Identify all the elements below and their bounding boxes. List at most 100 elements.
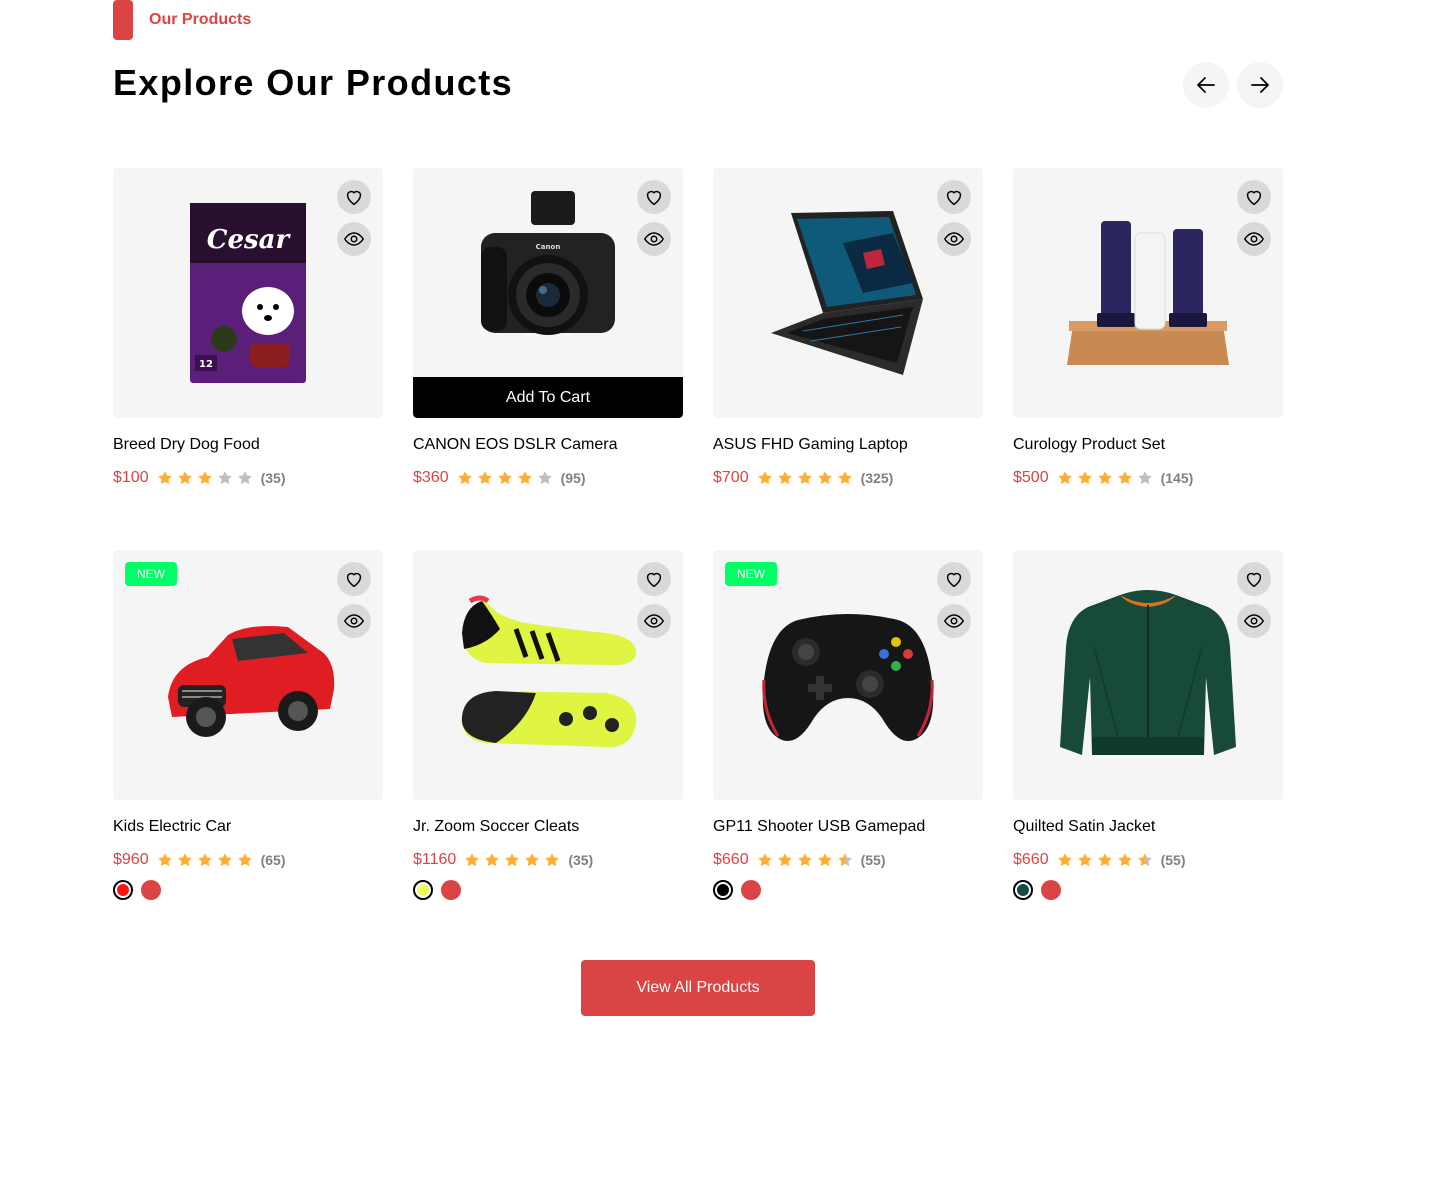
- wishlist-button[interactable]: [637, 562, 671, 596]
- review-count: (55): [1160, 852, 1186, 868]
- quick-view-button[interactable]: [637, 222, 671, 256]
- view-all-products-button[interactable]: View All Products: [581, 960, 815, 1016]
- product-card[interactable]: ASUS FHD Gaming Laptop $700 (325): [713, 168, 983, 550]
- price-rating-row: $100 (35): [113, 468, 383, 488]
- color-swatch[interactable]: [113, 880, 133, 900]
- product-card[interactable]: Cesar 12 Breed Dry Dog Food $100 (35): [113, 168, 383, 550]
- review-count: (145): [1160, 470, 1194, 486]
- star-icon: [1097, 471, 1112, 485]
- product-card[interactable]: NEW Kids Electric Car $960 (65): [113, 550, 383, 932]
- product-card[interactable]: Jr. Zoom Soccer Cleats $1160 (35): [413, 550, 683, 932]
- next-button[interactable]: [1237, 62, 1283, 108]
- star-icon: [817, 853, 832, 867]
- product-name[interactable]: CANON EOS DSLR Camera: [413, 436, 683, 456]
- star-icon: [545, 853, 560, 867]
- color-swatch[interactable]: [141, 880, 161, 900]
- eye-icon: [643, 614, 665, 628]
- product-media[interactable]: Canon Add To Cart: [413, 168, 683, 418]
- star-icon: [217, 471, 232, 485]
- star-icon: [1077, 853, 1092, 867]
- product-card[interactable]: Curology Product Set $500 (145): [1013, 168, 1283, 550]
- wishlist-button[interactable]: [1237, 180, 1271, 214]
- product-media[interactable]: NEW: [113, 550, 383, 800]
- star-icon: [537, 471, 552, 485]
- dslr-camera-image: Canon: [481, 191, 615, 335]
- star-icon: [197, 853, 212, 867]
- product-media[interactable]: [1013, 550, 1283, 800]
- star-icon: [157, 853, 172, 867]
- rating-stars: [757, 470, 853, 486]
- star-icon: [237, 853, 252, 867]
- product-grid: Cesar 12 Breed Dry Dog Food $100 (35) Ca…: [113, 168, 1283, 932]
- skincare-set-image: [1067, 221, 1229, 365]
- product-card[interactable]: Canon Add To Cart CANON EOS DSLR Camera …: [413, 168, 683, 550]
- color-swatches: [1013, 880, 1283, 900]
- product-media[interactable]: [713, 168, 983, 418]
- wishlist-button[interactable]: [937, 562, 971, 596]
- review-count: (55): [860, 852, 886, 868]
- color-swatch[interactable]: [441, 880, 461, 900]
- product-media[interactable]: [413, 550, 683, 800]
- color-swatches: [113, 880, 383, 900]
- wishlist-button[interactable]: [637, 180, 671, 214]
- quick-view-button[interactable]: [637, 604, 671, 638]
- rating-stars: [1057, 470, 1153, 486]
- product-name[interactable]: Kids Electric Car: [113, 818, 383, 838]
- section-tag: Our Products: [113, 0, 251, 40]
- star-icon: [797, 471, 812, 485]
- star-icon: [505, 853, 520, 867]
- wishlist-button[interactable]: [937, 180, 971, 214]
- product-card[interactable]: Quilted Satin Jacket $660 (55): [1013, 550, 1283, 932]
- color-swatch[interactable]: [713, 880, 733, 900]
- carousel-nav: [1183, 62, 1283, 108]
- star-icon: [757, 471, 772, 485]
- quick-view-button[interactable]: [337, 222, 371, 256]
- quick-view-button[interactable]: [937, 604, 971, 638]
- star-icon: [485, 853, 500, 867]
- wishlist-button[interactable]: [337, 180, 371, 214]
- color-swatch[interactable]: [413, 880, 433, 900]
- star-icon: [497, 471, 512, 485]
- product-name[interactable]: Jr. Zoom Soccer Cleats: [413, 818, 683, 838]
- star-icon: [477, 471, 492, 485]
- prev-button[interactable]: [1183, 62, 1229, 108]
- product-card[interactable]: NEW GP11 Shooter USB Gamepad $660 (55): [713, 550, 983, 932]
- rating-stars: [757, 852, 853, 868]
- star-icon: [157, 471, 172, 485]
- product-media[interactable]: [1013, 168, 1283, 418]
- add-to-cart-button[interactable]: Add To Cart: [413, 377, 683, 418]
- heart-icon: [646, 190, 662, 206]
- review-count: (35): [260, 470, 286, 486]
- quick-view-button[interactable]: [337, 604, 371, 638]
- quick-view-button[interactable]: [1237, 604, 1271, 638]
- product-media[interactable]: NEW: [713, 550, 983, 800]
- heart-icon: [1246, 572, 1262, 588]
- price-rating-row: $660 (55): [713, 850, 983, 870]
- review-count: (65): [260, 852, 286, 868]
- product-name[interactable]: Quilted Satin Jacket: [1013, 818, 1283, 838]
- wishlist-button[interactable]: [1237, 562, 1271, 596]
- star-icon: [837, 471, 852, 485]
- star-icon: [217, 853, 232, 867]
- star-icon: [1137, 471, 1152, 485]
- product-price: $100: [113, 469, 149, 486]
- color-swatch[interactable]: [741, 880, 761, 900]
- star-icon: [525, 853, 540, 867]
- quick-view-button[interactable]: [937, 222, 971, 256]
- quick-view-button[interactable]: [1237, 222, 1271, 256]
- dog-food-bag-image: Cesar 12: [190, 203, 306, 383]
- wishlist-button[interactable]: [337, 562, 371, 596]
- star-icon: [777, 853, 792, 867]
- product-name[interactable]: GP11 Shooter USB Gamepad: [713, 818, 983, 838]
- gaming-laptop-image: [771, 211, 923, 375]
- product-name[interactable]: Breed Dry Dog Food: [113, 436, 383, 456]
- star-icon: [1117, 471, 1132, 485]
- star-icon: [1117, 853, 1132, 867]
- section-title: Explore Our Products: [113, 62, 514, 103]
- color-swatch[interactable]: [1041, 880, 1061, 900]
- product-name[interactable]: ASUS FHD Gaming Laptop: [713, 436, 983, 456]
- color-swatch[interactable]: [1013, 880, 1033, 900]
- product-media[interactable]: Cesar 12: [113, 168, 383, 418]
- product-name[interactable]: Curology Product Set: [1013, 436, 1283, 456]
- price-rating-row: $360 (95): [413, 468, 683, 488]
